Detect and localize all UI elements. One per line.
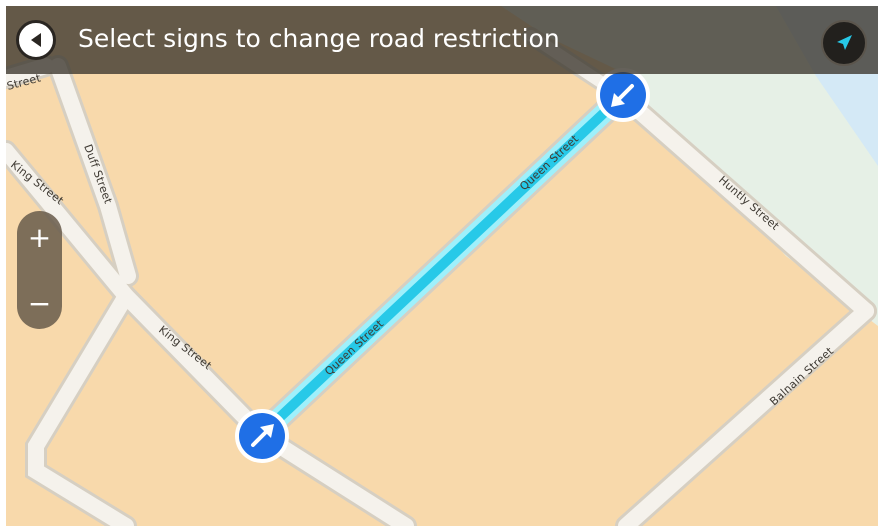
map-view[interactable]: Duff Street King Street King Street Quee… [6, 6, 878, 526]
restriction-sign-end[interactable] [596, 68, 650, 122]
zoom-out-button[interactable]: − [17, 279, 62, 329]
navigation-arrow-icon [837, 35, 852, 50]
page-title: Select signs to change road restriction [78, 24, 560, 53]
zoom-in-button[interactable]: + [17, 213, 62, 263]
header-bar: Select signs to change road restriction [6, 6, 878, 74]
restriction-sign-start[interactable] [235, 409, 289, 463]
navigation-view-button[interactable] [821, 20, 867, 66]
back-button[interactable] [16, 20, 56, 60]
map-screen: Duff Street King Street King Street Quee… [6, 6, 878, 526]
back-arrow-icon [31, 33, 41, 47]
zoom-control: + − [17, 211, 62, 329]
